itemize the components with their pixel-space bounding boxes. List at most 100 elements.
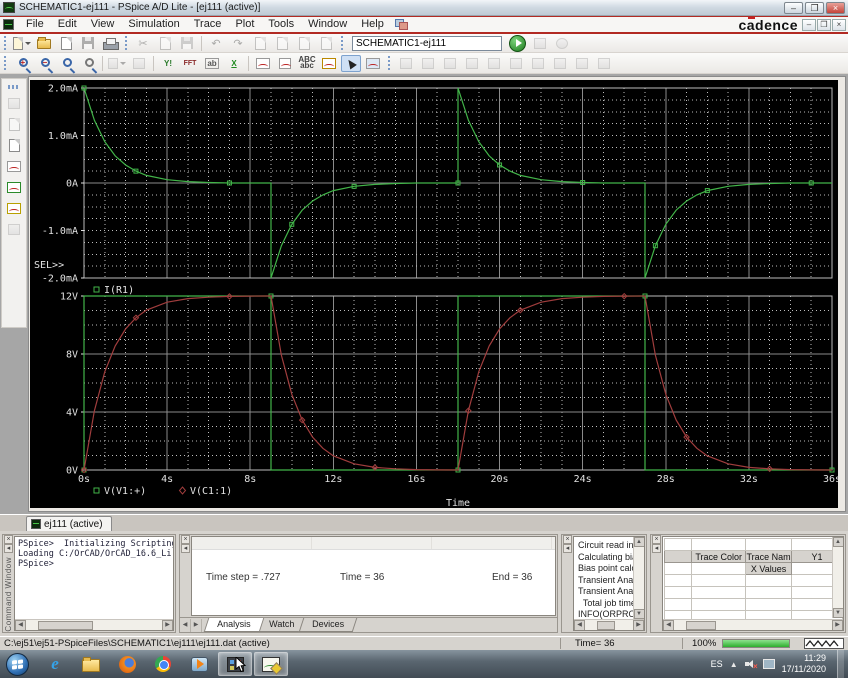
- vertical-scrollbar[interactable]: ▲ ▼: [832, 537, 843, 618]
- menu-item[interactable]: Window: [301, 17, 354, 32]
- log-x-axis-button[interactable]: X: [224, 55, 244, 72]
- trace-table[interactable]: Trace Color Trace Nam Y1 X Values: [663, 538, 843, 623]
- minimize-button[interactable]: –: [784, 1, 803, 14]
- plot-canvas[interactable]: 2.0mA 1.0mA 0A -1.0mA -2.0mA I(R1) SEL>> 12V 8V 4…: [30, 80, 841, 509]
- network-icon[interactable]: [762, 659, 775, 669]
- collapse-panel-icon[interactable]: ◂: [181, 544, 190, 553]
- toolbar-grip[interactable]: [8, 85, 20, 89]
- start-button[interactable]: [6, 652, 29, 676]
- cascade-windows-icon[interactable]: [394, 18, 409, 31]
- zoom-fit-button[interactable]: [78, 55, 98, 72]
- text-label-button[interactable]: ABC abc: [297, 55, 317, 72]
- analysis-panel: × ◂ Time step = .727 Time = 36 End = 36 …: [179, 534, 558, 633]
- analysis-tab[interactable]: Analysis: [203, 618, 264, 632]
- scroll-up-icon[interactable]: ▲: [832, 537, 843, 547]
- close-button[interactable]: ×: [826, 1, 845, 14]
- speaker-muted-icon[interactable]: ×: [744, 659, 758, 671]
- toolbar-grip[interactable]: [3, 36, 8, 50]
- collapse-panel-icon[interactable]: ◂: [563, 544, 572, 553]
- eval-goal-function-button[interactable]: ab: [202, 55, 222, 72]
- horizontal-scrollbar[interactable]: ◀ ▶: [663, 619, 843, 630]
- output-panel: × ◂ Circuit read in an Calculating bias p…: [561, 534, 647, 633]
- edit-sim-profile-icon[interactable]: [3, 198, 25, 218]
- simulation-profile-combo[interactable]: [352, 35, 502, 51]
- scroll-down-icon[interactable]: ▼: [633, 609, 644, 619]
- cursor-arrow-button[interactable]: [341, 54, 361, 72]
- horizontal-scrollbar[interactable]: ◀ ▶: [574, 619, 644, 630]
- internet-explorer-button[interactable]: e: [38, 652, 72, 676]
- open-file-button[interactable]: [34, 35, 54, 52]
- menu-item[interactable]: Plot: [228, 17, 261, 32]
- scroll-right-icon[interactable]: ▶: [832, 619, 843, 630]
- child-minimize-button[interactable]: –: [802, 18, 816, 31]
- orcad-capture-button[interactable]: [218, 652, 252, 676]
- menu-item[interactable]: Tools: [261, 17, 301, 32]
- new-file-button[interactable]: [12, 35, 32, 52]
- scroll-right-icon[interactable]: ▶: [162, 619, 173, 630]
- command-window-title: Command Window: [4, 557, 13, 632]
- file-explorer-button[interactable]: [74, 652, 108, 676]
- tab-scroll-left-icon[interactable]: ◀: [180, 619, 191, 632]
- vertical-scrollbar[interactable]: ▲ ▼: [633, 537, 644, 619]
- document-tab[interactable]: ej111 (active): [26, 516, 112, 531]
- log-y-axis-button[interactable]: Y!: [158, 55, 178, 72]
- child-restore-button[interactable]: ❒: [817, 18, 831, 31]
- scrollbar-thumb[interactable]: [597, 620, 615, 630]
- eval-measurement-button[interactable]: [275, 55, 295, 72]
- show-desktop-button[interactable]: [837, 650, 844, 678]
- scroll-left-icon[interactable]: ◀: [15, 619, 26, 630]
- toolbar-grip[interactable]: [124, 36, 129, 50]
- data-file-path: C:\ej51\ej51-PSpiceFiles\SCHEMATIC1\ej11…: [4, 638, 270, 649]
- child-close-button[interactable]: ×: [832, 18, 846, 31]
- horizontal-scrollbar[interactable]: ◀ ▶: [15, 619, 173, 630]
- measurement-plot-button[interactable]: [319, 55, 339, 72]
- hidden-icons-chevron[interactable]: ▲: [730, 660, 738, 669]
- menu-item[interactable]: Help: [354, 17, 391, 32]
- scroll-left-icon[interactable]: ◀: [663, 619, 674, 630]
- menu-item[interactable]: Edit: [51, 17, 84, 32]
- append-file-button[interactable]: [56, 35, 76, 52]
- analysis-tab[interactable]: Devices: [298, 618, 357, 632]
- zoom-area-button[interactable]: [56, 55, 76, 72]
- language-indicator[interactable]: ES: [711, 659, 723, 669]
- svg-text:36s: 36s: [823, 474, 838, 485]
- menu-item[interactable]: View: [84, 17, 122, 32]
- add-trace-button[interactable]: [253, 55, 273, 72]
- close-panel-icon[interactable]: ×: [563, 535, 572, 544]
- run-button[interactable]: [509, 34, 526, 52]
- firefox-button[interactable]: [110, 652, 144, 676]
- scroll-right-icon[interactable]: ▶: [633, 619, 644, 630]
- close-panel-icon[interactable]: ×: [4, 535, 13, 544]
- scroll-down-icon[interactable]: ▼: [832, 608, 843, 618]
- menu-item[interactable]: Simulation: [121, 17, 186, 32]
- zoom-in-button[interactable]: +: [12, 55, 32, 72]
- toolbar-grip[interactable]: [387, 56, 392, 70]
- zoom-out-button[interactable]: −: [34, 55, 54, 72]
- pspice-taskbar-button[interactable]: [254, 652, 288, 676]
- print-button[interactable]: [100, 35, 120, 52]
- menu-item[interactable]: Trace: [187, 17, 229, 32]
- close-panel-icon[interactable]: ×: [652, 535, 661, 544]
- scroll-left-icon[interactable]: ◀: [574, 619, 585, 630]
- collapse-panel-icon[interactable]: ◂: [652, 544, 661, 553]
- close-panel-icon[interactable]: ×: [181, 535, 190, 544]
- media-player-button[interactable]: [182, 652, 216, 676]
- toggle-cursor-button[interactable]: [363, 55, 383, 72]
- scroll-up-icon[interactable]: ▲: [633, 537, 644, 547]
- view-circuit-file-icon[interactable]: [3, 156, 25, 176]
- chrome-button[interactable]: [146, 652, 180, 676]
- restore-button[interactable]: ❐: [805, 1, 824, 14]
- command-output[interactable]: PSpice> Initializing Scripting Loading C:…: [15, 537, 173, 569]
- taskbar-clock[interactable]: 11:29 17/11/2020: [782, 653, 826, 675]
- view-netlist-icon[interactable]: [3, 135, 25, 155]
- scrollbar-thumb[interactable]: [686, 620, 716, 630]
- toolbar-grip[interactable]: [340, 36, 345, 50]
- tab-scroll-right-icon[interactable]: ▶: [191, 619, 202, 632]
- sim-queue-icon: [3, 219, 25, 239]
- collapse-panel-icon[interactable]: ◂: [4, 544, 13, 553]
- toolbar-grip[interactable]: [3, 56, 8, 70]
- fft-button[interactable]: FFT: [180, 55, 200, 72]
- new-sim-profile-icon[interactable]: [3, 177, 25, 197]
- menu-item[interactable]: File: [19, 17, 51, 32]
- scrollbar-thumb[interactable]: [38, 620, 93, 630]
